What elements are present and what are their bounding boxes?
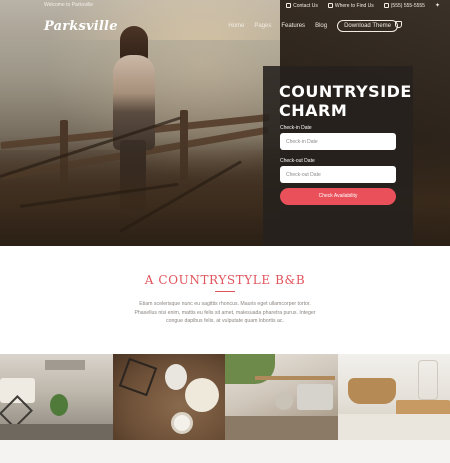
photo-gallery — [0, 354, 450, 440]
welcome-text: Welcome to Parksville — [44, 2, 94, 8]
topbar-phone-link[interactable]: (555) 555-5555 — [383, 2, 425, 9]
topbar-contact-link[interactable]: Contact Us — [286, 2, 318, 9]
shelf-base — [225, 416, 338, 440]
table — [337, 414, 450, 440]
topbar: Welcome to Parksville Contact Us Where t… — [0, 0, 450, 12]
twitter-link[interactable]: ✦ — [435, 2, 440, 9]
first-aid-box — [297, 384, 333, 410]
wicker-basket — [347, 378, 396, 404]
glass-jar — [417, 360, 438, 400]
plate — [184, 378, 219, 412]
cup — [170, 412, 193, 434]
gallery-photo-table[interactable] — [112, 354, 225, 440]
map-pin-icon — [327, 3, 333, 8]
gallery-photo-shelf[interactable] — [225, 354, 338, 440]
check-availability-button[interactable]: Check Availability — [280, 188, 396, 205]
twitter-icon: ✦ — [434, 3, 440, 9]
phone-icon — [286, 3, 292, 8]
nav-home[interactable]: Home — [228, 23, 244, 29]
topbar-link-label: Where to Find Us — [334, 2, 374, 9]
nav-blog[interactable]: Blog — [315, 23, 327, 29]
main-nav: Home Pages Features Blog Download Theme — [228, 20, 398, 32]
topbar-location-link[interactable]: Where to Find Us — [327, 2, 374, 9]
phone-icon — [383, 3, 389, 8]
intro-title: A COUNTRYSTYLE B&B — [144, 273, 306, 287]
gallery-photo-basket[interactable] — [337, 354, 450, 440]
pumpkin — [275, 392, 293, 410]
site-logo[interactable]: Parksville — [44, 19, 118, 34]
topbar-link-label: Contact Us — [293, 2, 318, 9]
topbar-contact: Contact Us Where to Find Us (555) 555-55… — [286, 2, 440, 9]
intro-text: Etiam scelerisque nunc eu sagittis rhonc… — [134, 301, 316, 325]
shopping-bag-icon[interactable] — [395, 21, 402, 28]
nav-pages[interactable]: Pages — [254, 23, 271, 29]
topbar-link-label: (555) 555-5555 — [390, 2, 425, 9]
footer-strip — [0, 440, 450, 463]
shelf — [255, 376, 335, 380]
range-hood — [45, 360, 85, 370]
geometric-terrarium — [118, 357, 157, 397]
booking-card-actions: Check Availability — [263, 66, 413, 246]
gallery-photo-kitchen[interactable] — [0, 354, 113, 440]
intro-divider — [215, 291, 235, 292]
jar — [164, 364, 187, 390]
counter — [0, 424, 113, 440]
nav-features[interactable]: Features — [281, 23, 305, 29]
download-theme-button[interactable]: Download Theme — [337, 20, 398, 32]
plant — [50, 394, 68, 416]
